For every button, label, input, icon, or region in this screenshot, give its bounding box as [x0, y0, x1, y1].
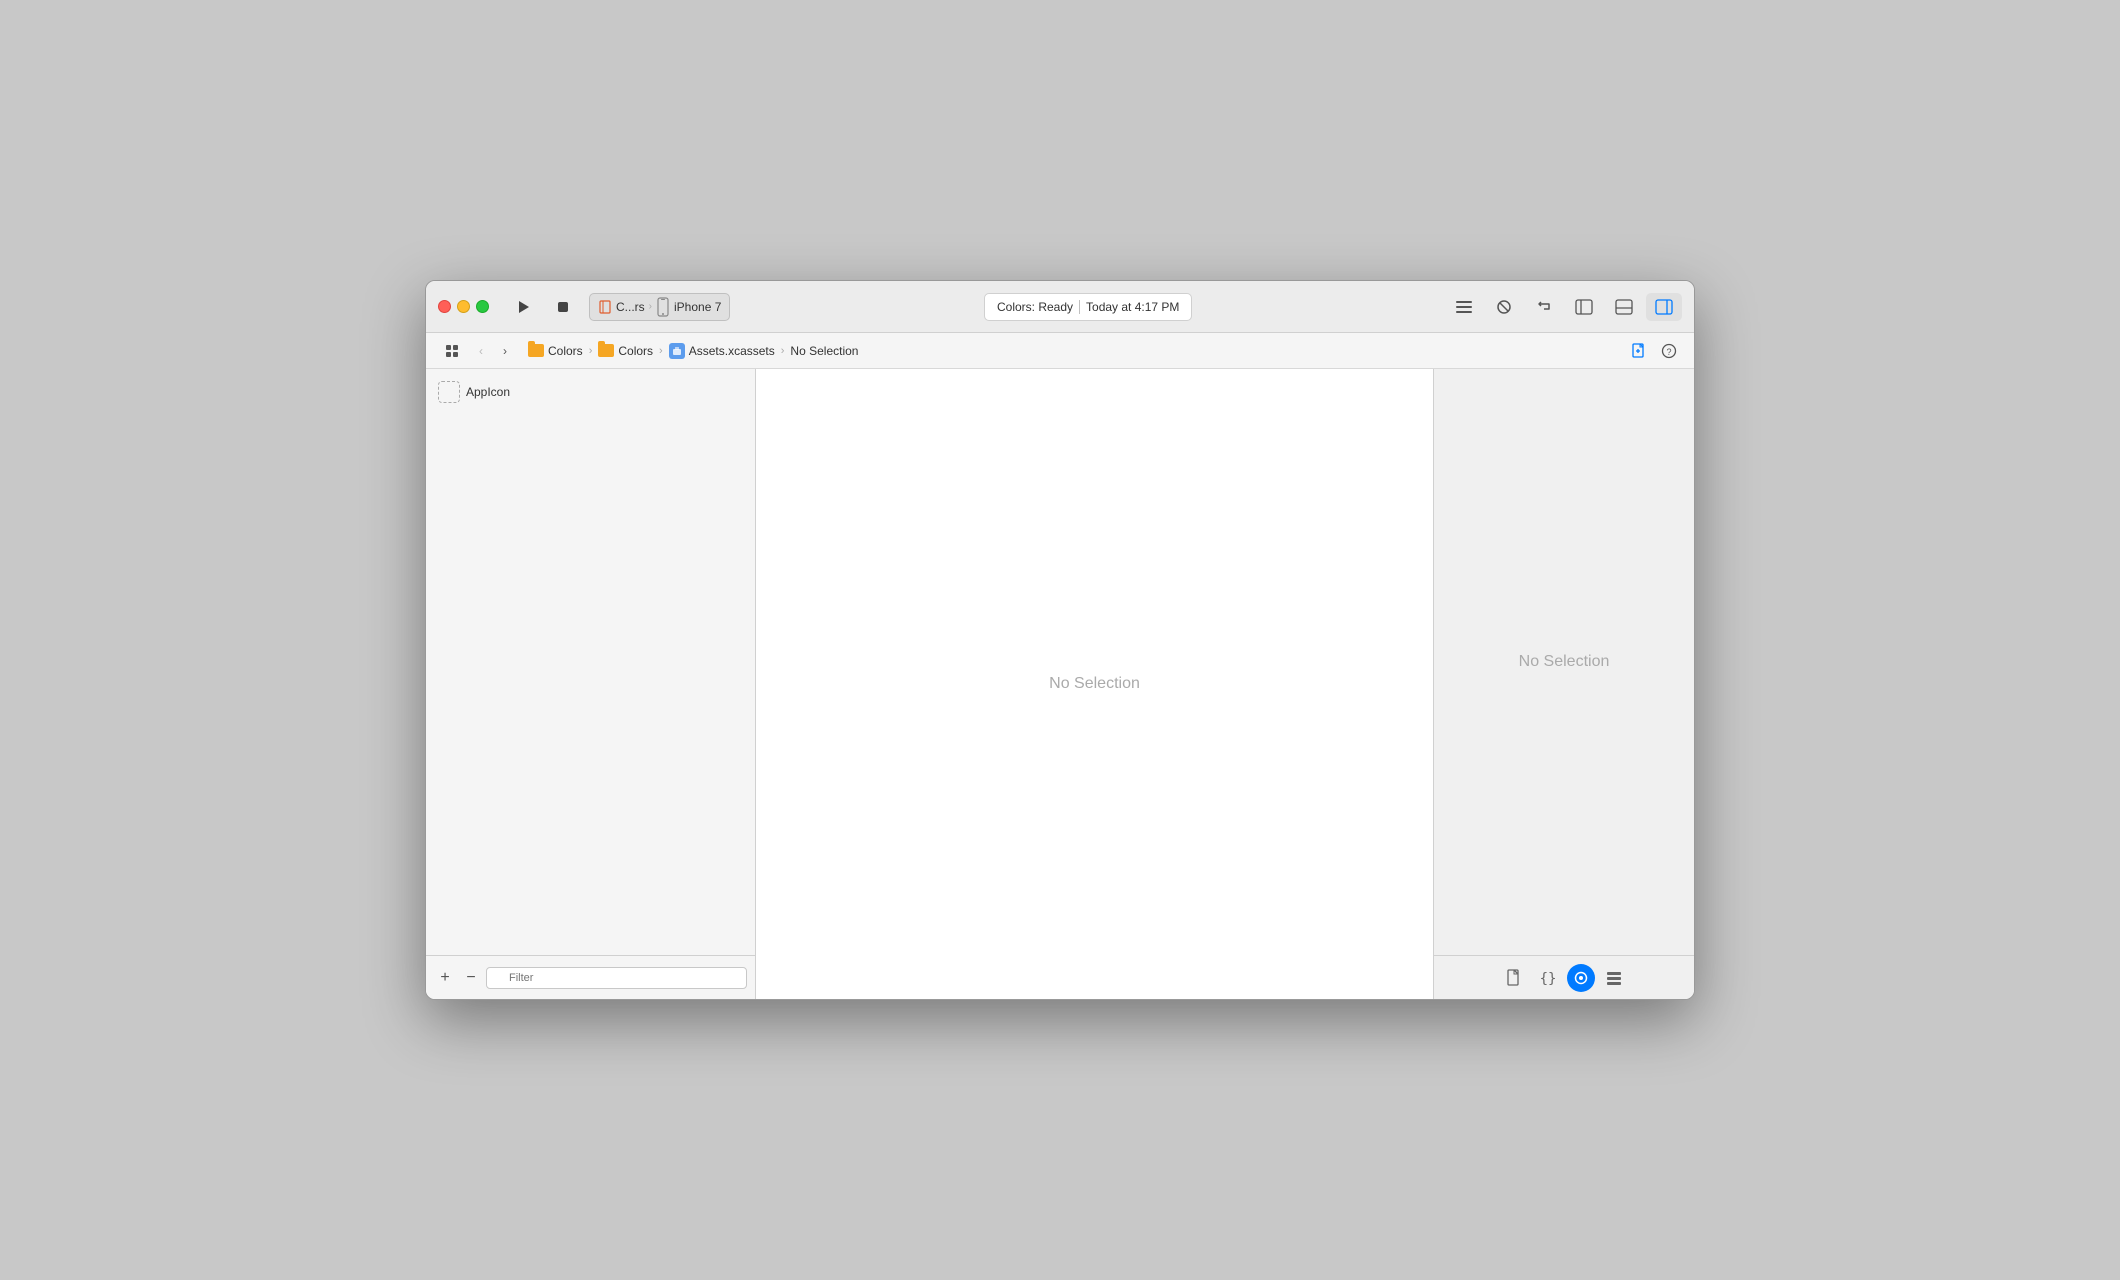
breadcrumb-label-assets: Assets.xcassets [689, 344, 775, 358]
scheme-device-selector[interactable]: C...rs › iPhone 7 [589, 293, 730, 321]
status-divider [1079, 300, 1080, 314]
editor-layout-button[interactable] [1446, 293, 1482, 321]
asset-label-appicon: AppIcon [466, 385, 510, 399]
debug-toggle[interactable] [1606, 293, 1642, 321]
navigator-grid-button[interactable] [438, 339, 466, 363]
help-icon: ? [1661, 343, 1677, 359]
center-panel: No Selection [756, 369, 1434, 999]
breadcrumb-separator: › [589, 345, 593, 357]
svg-text:?: ? [1666, 347, 1671, 357]
breadcrumb-item-colors2[interactable]: Colors [594, 342, 657, 360]
left-panel-toolbar: + − ⌕ [426, 955, 755, 999]
left-panel: AppIcon + − ⌕ [426, 369, 756, 999]
stop-button[interactable] [545, 293, 581, 321]
traffic-lights [438, 300, 489, 313]
inspector-toolbar: {} [1434, 955, 1694, 999]
debug-icon [1615, 299, 1633, 315]
toolbar-group-left [505, 293, 581, 321]
breadcrumb-nav: ‹ › [470, 340, 516, 362]
filter-wrapper: ⌕ [486, 967, 747, 989]
status-pill: Colors: Ready Today at 4:17 PM [984, 293, 1192, 321]
right-panel: No Selection {} [1434, 369, 1694, 999]
scheme-icon [598, 300, 612, 314]
file-inspector-button[interactable] [1499, 963, 1529, 993]
breadcrumb-item-nosel[interactable]: No Selection [786, 342, 862, 360]
breadcrumb-item-assets[interactable]: Assets.xcassets [665, 341, 779, 361]
run-destination-button[interactable] [1526, 293, 1562, 321]
size-inspector-button[interactable] [1599, 963, 1629, 993]
hamburger-icon [1456, 300, 1472, 314]
file-add-icon [1631, 343, 1647, 359]
list-item[interactable]: AppIcon [426, 377, 755, 407]
xcode-window: C...rs › iPhone 7 Colors: Ready Today at… [425, 280, 1695, 1000]
quick-help-button[interactable]: {} [1533, 963, 1563, 993]
breadcrumb-bar: ‹ › Colors › Colors › [426, 333, 1694, 369]
toolbar-right [1446, 293, 1682, 321]
inspector-content: No Selection [1434, 369, 1694, 955]
navigator-icon [1575, 299, 1593, 315]
device-icon [656, 297, 670, 317]
list-icon [1606, 970, 1622, 986]
main-content: AppIcon + − ⌕ No Selection [426, 369, 1694, 999]
svg-text:{}: {} [1540, 971, 1557, 987]
add-asset-button[interactable]: + [434, 967, 456, 989]
center-no-selection: No Selection [1049, 675, 1140, 693]
status-text: Colors: Ready [997, 300, 1073, 314]
play-icon [516, 300, 530, 314]
chevron-right-icon: › [649, 301, 652, 312]
maximize-button[interactable] [476, 300, 489, 313]
inspector-toggle[interactable] [1646, 293, 1682, 321]
inspector-no-selection: No Selection [1519, 653, 1610, 671]
grid-icon [445, 344, 459, 358]
file-icon [1506, 969, 1522, 987]
breakpoints-icon [1496, 299, 1512, 315]
breadcrumb-path: Colors › Colors › Assets.xcassets › [524, 341, 1626, 361]
forward-button[interactable]: › [494, 340, 516, 362]
breadcrumb-label-colors2: Colors [618, 344, 653, 358]
xcassets-icon [669, 343, 685, 359]
attributes-inspector-button[interactable] [1567, 964, 1595, 992]
filter-input[interactable] [486, 967, 747, 989]
status-timestamp: Today at 4:17 PM [1086, 300, 1179, 314]
help-button[interactable]: ? [1656, 338, 1682, 364]
back-button[interactable]: ‹ [470, 340, 492, 362]
breakpoints-button[interactable] [1486, 293, 1522, 321]
close-button[interactable] [438, 300, 451, 313]
stop-icon [557, 301, 569, 313]
breadcrumb-right: ? [1626, 338, 1682, 364]
asset-list: AppIcon [426, 369, 755, 955]
braces-icon: {} [1539, 969, 1557, 987]
minimize-button[interactable] [457, 300, 470, 313]
breadcrumb-label-nosel: No Selection [790, 344, 858, 358]
breadcrumb-item-colors1[interactable]: Colors [524, 342, 587, 360]
run-button[interactable] [505, 293, 541, 321]
inspector-icon [1655, 299, 1673, 315]
title-bar: C...rs › iPhone 7 Colors: Ready Today at… [426, 281, 1694, 333]
breadcrumb-separator-3: › [781, 345, 785, 357]
navigator-toggle[interactable] [1566, 293, 1602, 321]
device-label: iPhone 7 [674, 300, 721, 314]
appicon-thumbnail [438, 381, 460, 403]
remove-icon: − [466, 969, 475, 987]
attributes-icon [1573, 970, 1589, 986]
remove-asset-button[interactable]: − [460, 967, 482, 989]
add-file-button[interactable] [1626, 338, 1652, 364]
return-icon [1536, 299, 1552, 315]
scheme-label: C...rs [616, 300, 645, 314]
status-bar-center: Colors: Ready Today at 4:17 PM [738, 293, 1438, 321]
folder-yellow-icon [528, 344, 544, 357]
add-icon: + [440, 969, 449, 987]
folder-yellow-icon-2 [598, 344, 614, 357]
breadcrumb-label-colors1: Colors [548, 344, 583, 358]
breadcrumb-separator-2: › [659, 345, 663, 357]
